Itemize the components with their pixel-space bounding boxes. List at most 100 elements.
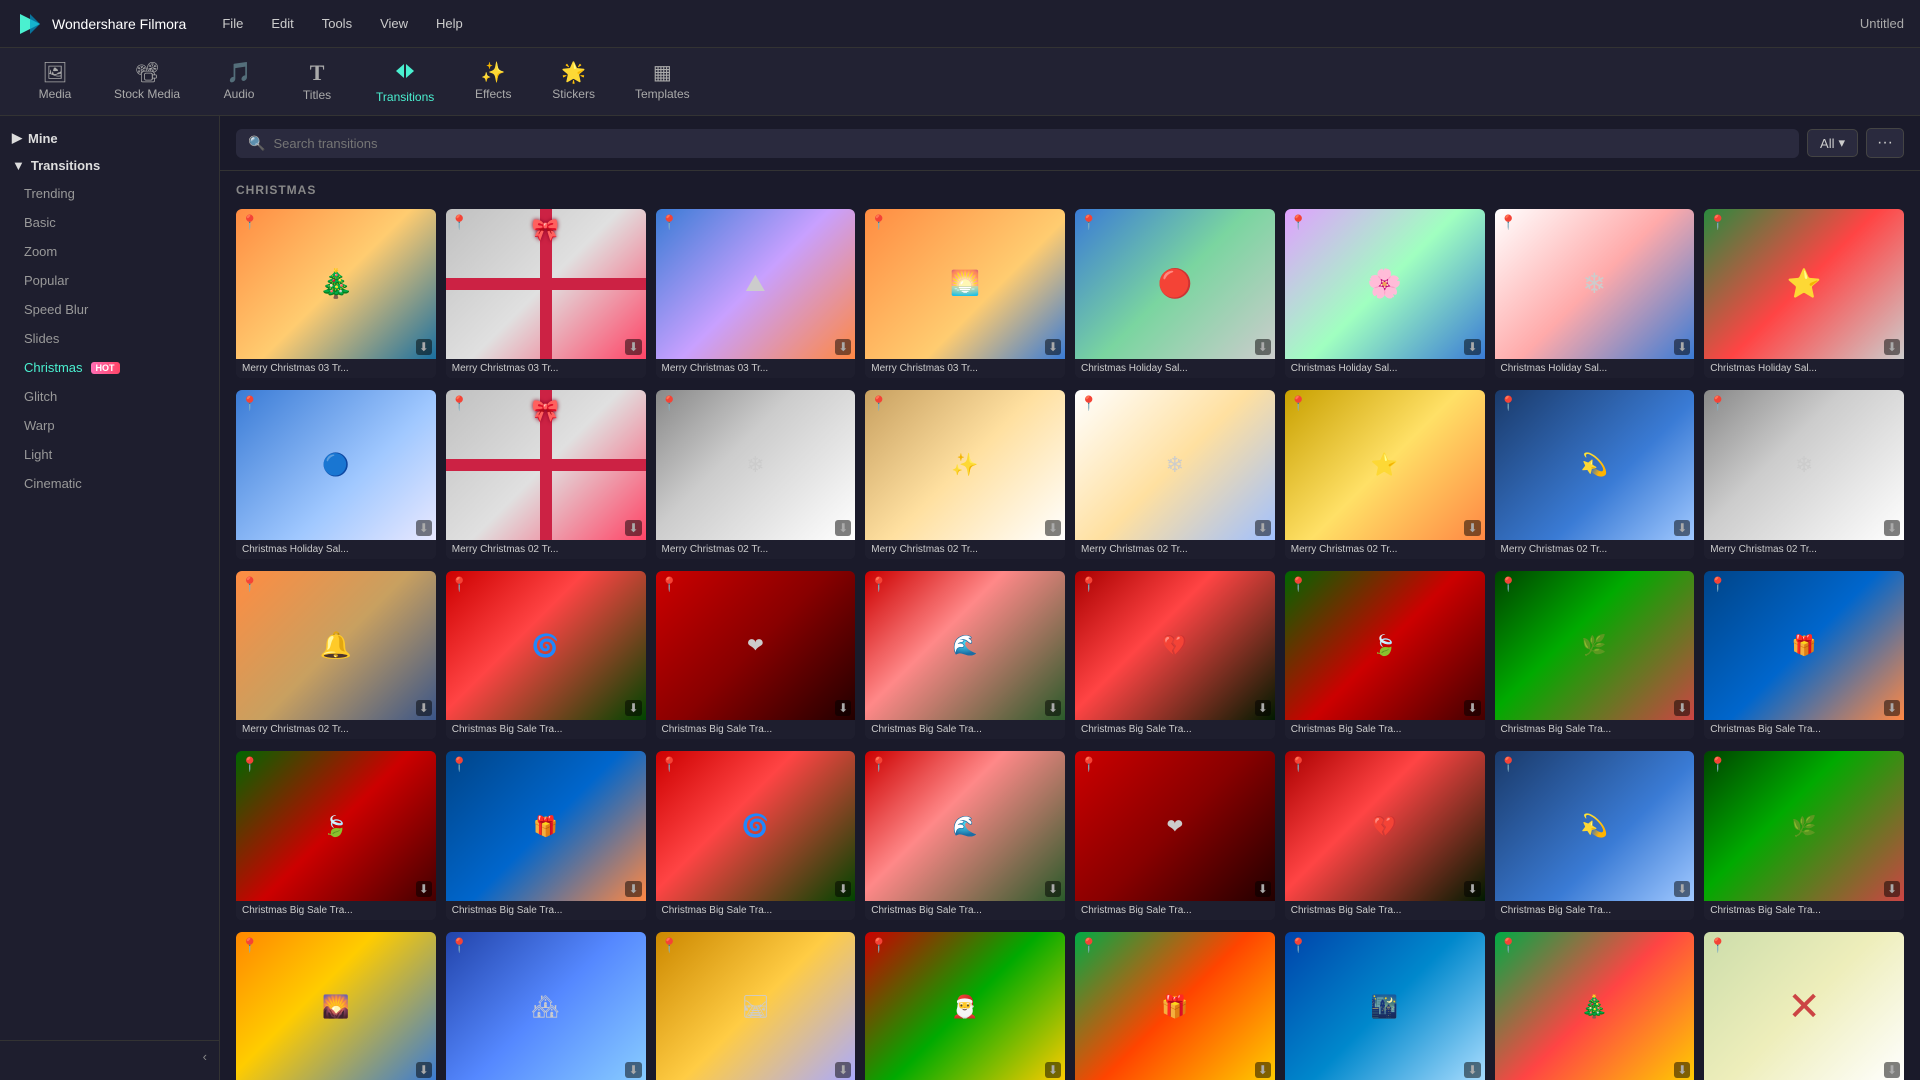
pin-icon: 📍 bbox=[451, 756, 468, 773]
toolbar-stock-media[interactable]: 📽 Stock Media bbox=[98, 57, 196, 107]
card-label: Merry Christmas 03 Tr... bbox=[236, 359, 436, 378]
card-label: Merry Christmas 02 Tr... bbox=[446, 540, 646, 559]
filter-label: All bbox=[1820, 136, 1834, 151]
card-item[interactable]: ❤ 📍 ⬇ Christmas Big Sale Tra... bbox=[1075, 751, 1275, 920]
menu-tools[interactable]: Tools bbox=[310, 12, 364, 35]
card-item[interactable]: 💔 📍 ⬇ Christmas Big Sale Tra... bbox=[1285, 751, 1485, 920]
toolbar-templates[interactable]: ▦ Templates bbox=[619, 57, 706, 107]
pin-icon: 📍 bbox=[661, 576, 678, 593]
card-item[interactable]: 🎁 📍 ⬇ Christmas Big Sale Tra... bbox=[446, 751, 646, 920]
card-item[interactable]: 🌀 📍 ⬇ Christmas Big Sale Tra... bbox=[446, 571, 646, 740]
card-item[interactable]: 🔵 📍 ⬇ Christmas Holiday Sal... bbox=[236, 390, 436, 559]
card-item[interactable]: 💫 📍 ⬇ Merry Christmas 02 Tr... bbox=[1495, 390, 1695, 559]
sidebar-transitions-header[interactable]: ▼ Transitions bbox=[0, 152, 219, 179]
card-item[interactable]: 🔴 📍 ⬇ Christmas Holiday Sal... bbox=[1075, 209, 1275, 378]
pin-icon: 📍 bbox=[661, 756, 678, 773]
card-item[interactable]: ⭐ 📍 ⬇ Christmas Holiday Sal... bbox=[1704, 209, 1904, 378]
menu-edit[interactable]: Edit bbox=[259, 12, 305, 35]
card-item[interactable]: 🌅 📍 ⬇ Merry Christmas 03 Tr... bbox=[865, 209, 1065, 378]
card-item[interactable]: 🎁 📍 ⬇ Christmas Big Sale Tra... bbox=[1704, 571, 1904, 740]
more-button[interactable]: ··· bbox=[1866, 128, 1904, 158]
card-item[interactable]: 🎀 📍 ⬇ Merry Christmas 03 Tr... bbox=[446, 209, 646, 378]
hot-badge: HOT bbox=[91, 362, 120, 374]
sidebar-item-basic[interactable]: Basic bbox=[0, 208, 219, 237]
card-item[interactable]: 🌸 📍 ⬇ Christmas Holiday Sal... bbox=[1285, 209, 1485, 378]
sidebar-item-cinematic[interactable]: Cinematic bbox=[0, 469, 219, 498]
card-item[interactable]: 🌃 📍 ⬇ Christmas Big Sale Tra... bbox=[1285, 932, 1485, 1080]
toolbar-transitions[interactable]: Transitions bbox=[360, 54, 450, 110]
slides-label: Slides bbox=[24, 331, 59, 346]
sidebar-item-speed-blur[interactable]: Speed Blur bbox=[0, 295, 219, 324]
toolbar-audio-label: Audio bbox=[224, 87, 255, 101]
card-item[interactable]: ❤ 📍 ⬇ Christmas Big Sale Tra... bbox=[656, 571, 856, 740]
main-layout: ▶ Mine ▼ Transitions Trending Basic Zoom… bbox=[0, 116, 1920, 1080]
sidebar-item-slides[interactable]: Slides bbox=[0, 324, 219, 353]
toolbar-effects[interactable]: ✨ Effects bbox=[458, 57, 528, 107]
card-item[interactable]: ⭐ 📍 ⬇ Merry Christmas 02 Tr... bbox=[1285, 390, 1485, 559]
download-icon: ⬇ bbox=[1464, 520, 1480, 536]
toolbar-stickers[interactable]: 🌟 Stickers bbox=[536, 57, 611, 107]
card-item[interactable]: 🍃 📍 ⬇ Christmas Big Sale Tra... bbox=[1285, 571, 1485, 740]
card-label: Christmas Holiday Sal... bbox=[236, 540, 436, 559]
menu-view[interactable]: View bbox=[368, 12, 420, 35]
card-item[interactable]: ⛰ 📍 ⬇ Merry Christmas 03 Tr... bbox=[656, 209, 856, 378]
card-item[interactable]: ❄ 📍 ⬇ Christmas Holiday Sal... bbox=[1495, 209, 1695, 378]
sidebar-item-warp[interactable]: Warp bbox=[0, 411, 219, 440]
card-item[interactable]: 🍃 📍 ⬇ Christmas Big Sale Tra... bbox=[236, 751, 436, 920]
download-icon: ⬇ bbox=[835, 339, 851, 355]
sidebar-collapse-button[interactable]: ‹ bbox=[0, 1040, 219, 1072]
sidebar-item-popular[interactable]: Popular bbox=[0, 266, 219, 295]
card-item[interactable]: 🎅 📍 ⬇ Christmas Big Sale Tra... bbox=[865, 932, 1065, 1080]
menu-help[interactable]: Help bbox=[424, 12, 475, 35]
card-item[interactable]: 🏘 📍 ⬇ Christmas Big Sale Tra... bbox=[446, 932, 646, 1080]
collapse-icon: ‹ bbox=[203, 1049, 207, 1064]
toolbar-media[interactable]: 🖼 Media bbox=[20, 57, 90, 107]
sidebar-item-zoom[interactable]: Zoom bbox=[0, 237, 219, 266]
card-item[interactable]: 🌀 📍 ⬇ Christmas Big Sale Tra... bbox=[656, 751, 856, 920]
pin-icon: 📍 bbox=[1080, 214, 1097, 231]
cinematic-label: Cinematic bbox=[24, 476, 82, 491]
card-label: Christmas Big Sale Tra... bbox=[446, 720, 646, 739]
toolbar-audio[interactable]: 🎵 Audio bbox=[204, 57, 274, 107]
card-item[interactable]: 💫 📍 ⬇ Christmas Big Sale Tra... bbox=[1495, 751, 1695, 920]
card-item[interactable]: ❄ 📍 ⬇ Merry Christmas 02 Tr... bbox=[1075, 390, 1275, 559]
download-icon: ⬇ bbox=[835, 1062, 851, 1078]
pin-icon: 📍 bbox=[1709, 395, 1726, 412]
audio-icon: 🎵 bbox=[227, 63, 252, 83]
card-item[interactable]: 🌄 📍 ⬇ Christmas Big Sale Tra... bbox=[236, 932, 436, 1080]
card-item[interactable]: 🔔 📍 ⬇ Merry Christmas 02 Tr... bbox=[236, 571, 436, 740]
card-label: Christmas Big Sale Tra... bbox=[1704, 720, 1904, 739]
card-item[interactable]: ❄ 📍 ⬇ Merry Christmas 02 Tr... bbox=[1704, 390, 1904, 559]
toolbar-titles[interactable]: T Titles bbox=[282, 56, 352, 108]
toolbar-transitions-label: Transitions bbox=[376, 90, 434, 104]
card-item[interactable]: 💔 📍 ⬇ Christmas Big Sale Tra... bbox=[1075, 571, 1275, 740]
card-item[interactable]: 🎄 📍 ⬇ Merry Christmas 03 Tr... bbox=[236, 209, 436, 378]
card-item[interactable]: 🌿 📍 ⬇ Christmas Big Sale Tra... bbox=[1704, 751, 1904, 920]
card-item[interactable]: 🎀 📍 ⬇ Merry Christmas 02 Tr... bbox=[446, 390, 646, 559]
sidebar-item-glitch[interactable]: Glitch bbox=[0, 382, 219, 411]
card-item[interactable]: 🌊 📍 ⬇ Christmas Big Sale Tra... bbox=[865, 751, 1065, 920]
sidebar-item-christmas[interactable]: Christmas HOT bbox=[0, 353, 219, 382]
download-icon: ⬇ bbox=[835, 881, 851, 897]
search-input-wrap[interactable]: 🔍 bbox=[236, 129, 1799, 158]
card-item[interactable]: 🎁 📍 ⬇ Christmas Big Sale Tra... bbox=[1075, 932, 1275, 1080]
search-input[interactable] bbox=[273, 136, 1787, 151]
filter-dropdown[interactable]: All ▾ bbox=[1807, 129, 1858, 157]
card-item[interactable]: 🌿 📍 ⬇ Christmas Big Sale Tra... bbox=[1495, 571, 1695, 740]
card-item[interactable]: ❄ 📍 ⬇ Merry Christmas 02 Tr... bbox=[656, 390, 856, 559]
pin-icon: 📍 bbox=[870, 214, 887, 231]
download-icon: ⬇ bbox=[416, 520, 432, 536]
pin-icon: 📍 bbox=[1500, 395, 1517, 412]
card-item[interactable]: ✕ 📍 ⬇ Christmas Big Sale Tra... bbox=[1704, 932, 1904, 1080]
download-icon: ⬇ bbox=[625, 700, 641, 716]
sidebar-item-trending[interactable]: Trending bbox=[0, 179, 219, 208]
card-item[interactable]: 🌊 📍 ⬇ Christmas Big Sale Tra... bbox=[865, 571, 1065, 740]
card-item[interactable]: 🛤 📍 ⬇ Christmas Big Sale Tra... bbox=[656, 932, 856, 1080]
sidebar-item-light[interactable]: Light bbox=[0, 440, 219, 469]
menu-file[interactable]: File bbox=[210, 12, 255, 35]
card-item[interactable]: ✨ 📍 ⬇ Merry Christmas 02 Tr... bbox=[865, 390, 1065, 559]
sidebar-mine-header[interactable]: ▶ Mine bbox=[0, 124, 219, 152]
pin-icon: 📍 bbox=[1290, 214, 1307, 231]
card-item[interactable]: 🎄 📍 ⬇ Christmas Big Sale Tra... bbox=[1495, 932, 1695, 1080]
pin-icon: 📍 bbox=[451, 576, 468, 593]
